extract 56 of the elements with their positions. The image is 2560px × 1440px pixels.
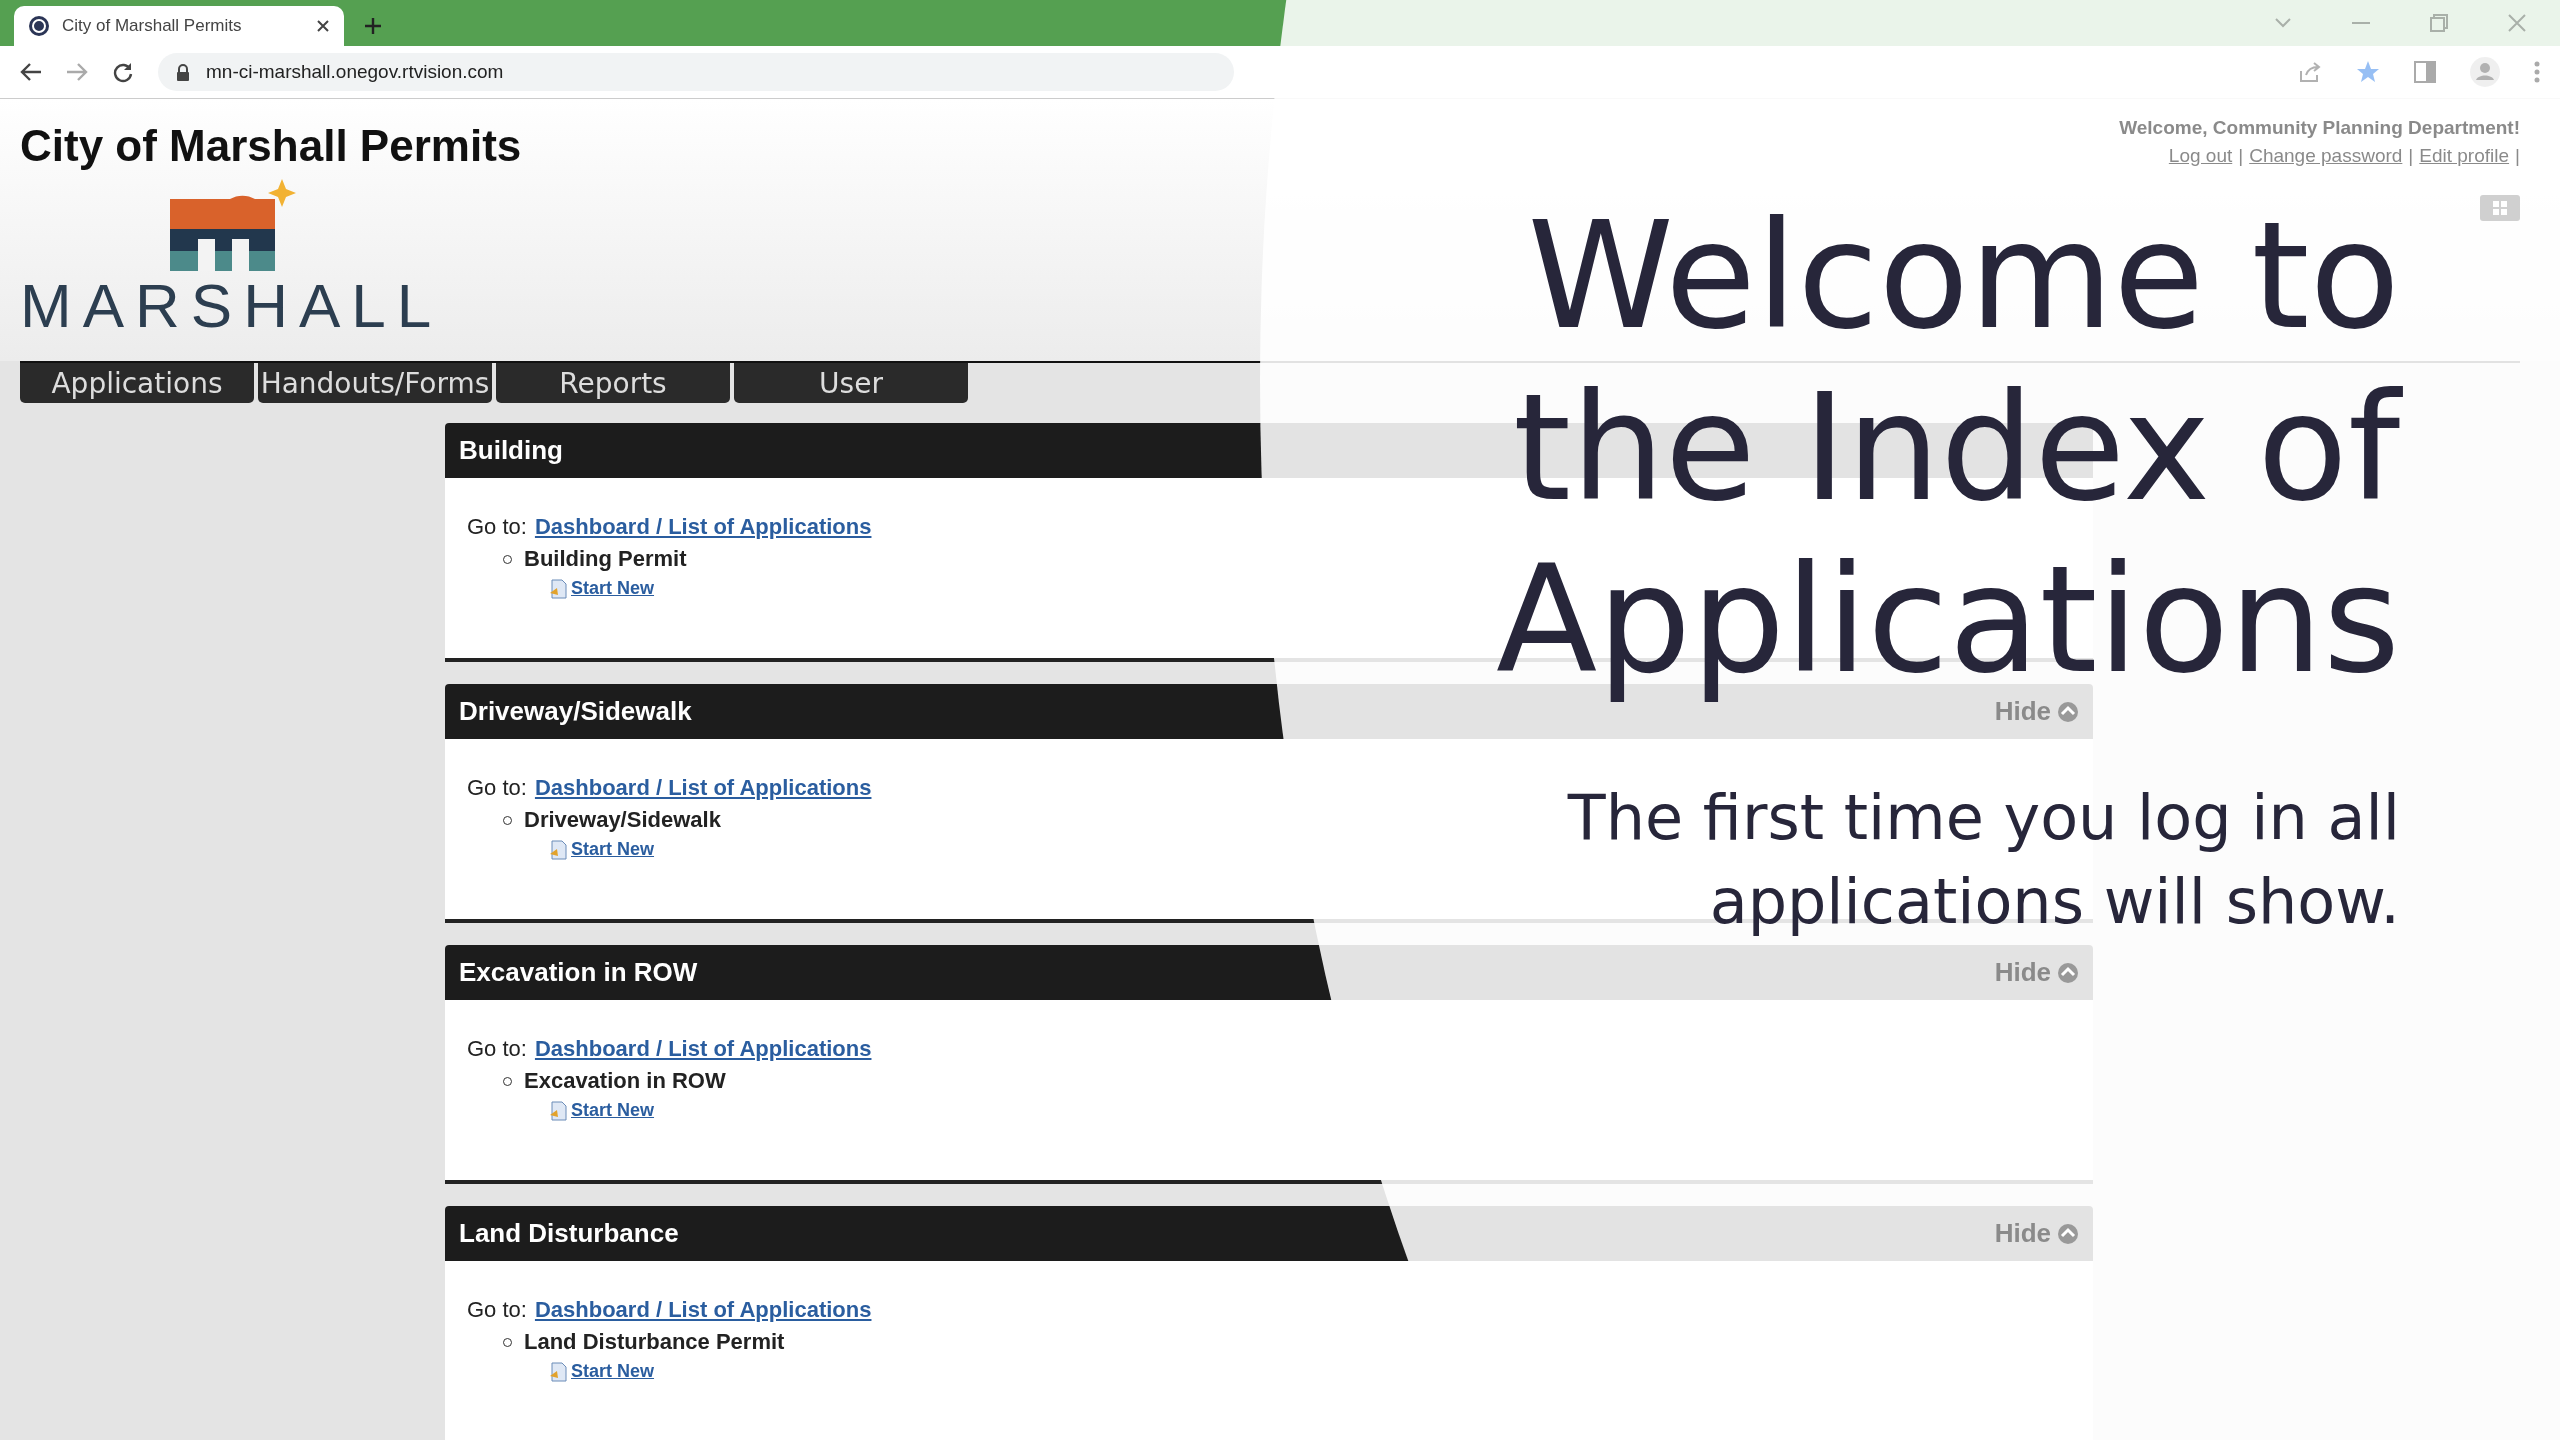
account-link[interactable]: Edit profile <box>2419 145 2510 167</box>
dashboard-link[interactable]: Dashboard / List of Applications <box>534 775 872 801</box>
goto-label: Go to: <box>467 514 527 540</box>
lock-icon <box>176 63 190 81</box>
start-new-link[interactable]: Start New <box>549 839 655 860</box>
menu-dots-icon[interactable] <box>2534 61 2540 83</box>
restore-icon[interactable] <box>2430 14 2448 32</box>
logo-text: MARSHALL <box>20 275 444 337</box>
reload-icon[interactable] <box>112 61 134 83</box>
link-separator: | <box>2238 145 2244 167</box>
document-icon <box>549 1101 569 1121</box>
minimize-icon[interactable] <box>2352 21 2370 25</box>
welcome-text: Welcome, Community Planning Department! <box>2119 117 2520 139</box>
account-link[interactable]: Log out <box>2168 145 2233 167</box>
address-field[interactable]: mn-ci-marshall.onegov.rtvision.com <box>158 53 1234 91</box>
account-link[interactable]: Change password <box>2249 145 2403 167</box>
back-arrow-icon[interactable] <box>20 62 42 82</box>
goto-label: Go to: <box>467 775 527 801</box>
start-new-link[interactable]: Start New <box>549 578 655 599</box>
new-tab-icon[interactable] <box>364 17 382 35</box>
nav-tab[interactable]: Reports <box>496 363 730 403</box>
dashboard-link[interactable]: Dashboard / List of Applications <box>534 514 872 540</box>
link-separator: | <box>2515 145 2520 167</box>
section-title: Land Disturbance <box>459 1218 679 1249</box>
forward-arrow-icon[interactable] <box>66 62 88 82</box>
section-title: Driveway/Sidewalk <box>459 696 692 727</box>
application-name: Land Disturbance Permit <box>524 1329 785 1355</box>
nav-tab[interactable]: Applications <box>20 363 254 403</box>
application-name: Driveway/Sidewalk <box>524 807 721 833</box>
nav-tab[interactable]: User <box>734 363 968 403</box>
dashboard-link[interactable]: Dashboard / List of Applications <box>534 1297 872 1323</box>
nav-tab[interactable]: Handouts/Forms <box>258 363 492 403</box>
page-title: City of Marshall Permits <box>20 121 522 171</box>
star-icon[interactable] <box>2356 60 2380 84</box>
application-name: Building Permit <box>524 546 687 572</box>
tab-title: City of Marshall Permits <box>62 16 243 36</box>
start-new-link[interactable]: Start New <box>549 1361 655 1382</box>
site-favicon-icon <box>28 15 50 37</box>
section-title: Excavation in ROW <box>459 957 698 988</box>
chevron-down-icon[interactable] <box>2274 17 2292 29</box>
goto-label: Go to: <box>467 1297 527 1323</box>
grid-button[interactable] <box>2480 195 2520 221</box>
application-name: Excavation in ROW <box>524 1068 726 1094</box>
document-icon <box>549 579 569 599</box>
overlay-subtitle: The first time you log in all applications will show. <box>1567 780 2400 940</box>
goto-label: Go to: <box>467 1036 527 1062</box>
link-separator: | <box>2408 145 2414 167</box>
section-title: Building <box>459 435 563 466</box>
document-icon <box>549 1362 569 1382</box>
close-icon[interactable] <box>316 19 330 33</box>
document-icon <box>549 840 569 860</box>
browser-tab[interactable]: City of Marshall Permits <box>14 6 344 46</box>
grid-icon <box>2493 201 2507 215</box>
share-icon[interactable] <box>2298 61 2322 83</box>
dashboard-link[interactable]: Dashboard / List of Applications <box>534 1036 872 1062</box>
start-new-link[interactable]: Start New <box>549 1100 655 1121</box>
